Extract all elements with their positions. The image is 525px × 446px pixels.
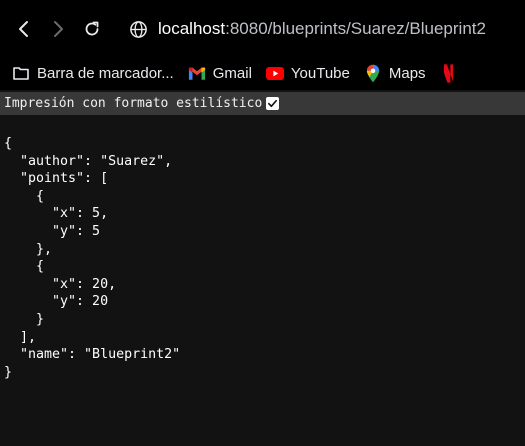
json-line: } [4, 311, 45, 327]
reload-icon [85, 21, 99, 36]
address-bar[interactable]: localhost:8080/blueprints/Suarez/Bluepri… [120, 12, 525, 46]
json-line: "name": "Blueprint2" [4, 347, 181, 363]
bookmarks-bar: Barra de marcador... Gmail YouTube Maps [0, 56, 525, 90]
json-viewer: { "author": "Suarez", "points": [ { "x":… [4, 135, 521, 381]
json-line: }, [4, 241, 53, 257]
bookmark-label: YouTube [290, 64, 350, 82]
url-host: localhost [158, 19, 226, 38]
checkmark-icon [268, 99, 278, 108]
json-line: { [4, 259, 45, 275]
json-line: ], [4, 329, 37, 345]
bookmark-gmail[interactable]: Gmail [181, 59, 259, 87]
gmail-icon [188, 64, 206, 82]
bookmark-youtube[interactable]: YouTube [259, 59, 357, 87]
json-line: "points": [ [4, 171, 109, 187]
maps-icon [364, 64, 382, 82]
browser-toolbar: localhost:8080/blueprints/Suarez/Bluepri… [0, 0, 525, 56]
bookmark-folder[interactable]: Barra de marcador... [0, 59, 181, 87]
json-line: "author": "Suarez", [4, 153, 173, 169]
bookmark-maps[interactable]: Maps [357, 59, 433, 87]
bookmark-label: Gmail [212, 64, 252, 82]
json-line: "x": 20, [4, 276, 117, 292]
back-arrow-icon [19, 21, 28, 37]
youtube-icon [265, 64, 284, 82]
forward-arrow-icon [54, 21, 63, 37]
pretty-print-bar: Impresión con formato estilístico [0, 92, 525, 115]
url-path: :8080/blueprints/Suarez/Blueprint2 [225, 19, 486, 38]
json-line: "y": 20 [4, 294, 109, 310]
back-button[interactable] [12, 17, 36, 41]
json-line: { [4, 136, 13, 151]
bookmark-netflix[interactable] [433, 59, 472, 87]
reload-button[interactable] [80, 17, 104, 41]
bookmark-label: Barra de marcador... [37, 64, 174, 82]
pretty-print-checkbox[interactable] [266, 97, 280, 110]
pretty-print-label: Impresión con formato estilístico [4, 96, 263, 111]
json-line: { [4, 188, 45, 204]
site-info-icon[interactable] [128, 19, 148, 39]
forward-button[interactable] [46, 17, 70, 41]
netflix-icon [440, 63, 458, 83]
json-line: } [4, 364, 13, 380]
bookmark-label: Maps [388, 64, 426, 82]
folder-icon [12, 64, 30, 82]
json-line: "x": 5, [4, 206, 109, 222]
json-line: "y": 5 [4, 223, 101, 239]
url-text[interactable]: localhost:8080/blueprints/Suarez/Bluepri… [158, 19, 486, 39]
